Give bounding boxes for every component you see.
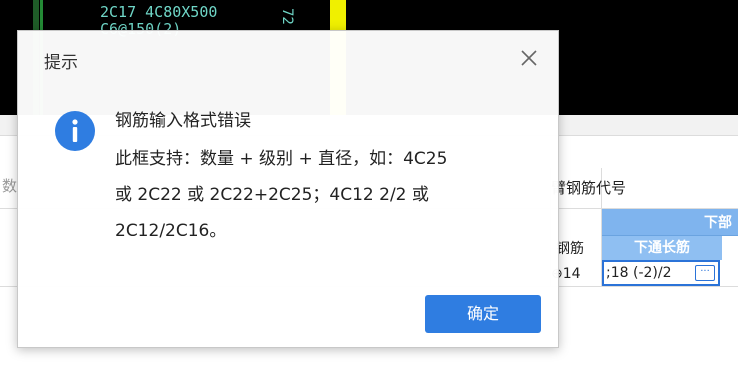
editing-cell-input[interactable]: ;18 (-2)/2 [606,265,672,281]
column-label: 钢筋 [556,241,584,257]
error-message-line: 2C12/2C16。 [115,221,227,241]
dialog-title: 提示 [44,53,78,73]
error-dialog: 提示 钢筋输入格式错误 此框支持：数量 + 级别 + 直径，如：4C25 或 2… [17,30,559,348]
group-header-bottom: 下部 [602,209,738,236]
error-message-body: 此框支持：数量 + 级别 + 直径，如：4C25 或 2C22 或 2C22+2… [115,141,535,249]
error-message-title: 钢筋输入格式错误 [115,111,251,131]
error-message-line: 或 2C22 或 2C22+2C25；4C12 2/2 或 [115,185,429,205]
close-icon[interactable] [518,47,540,69]
column-header-code: 臂钢筋代号 [551,179,627,197]
editing-cell[interactable]: ;18 (-2)/2 ··· [602,260,720,286]
cad-vertical-text: 72 [279,8,295,25]
column-header-bottom-continuous[interactable]: 下通长筋 [602,236,722,260]
ellipsis-icon[interactable]: ··· [695,265,715,281]
info-icon [55,111,95,151]
ok-button[interactable]: 确定 [425,295,541,333]
left-column-label: 数 [2,177,18,195]
group-header-label: 下部 [704,215,732,231]
error-message-line: 此框支持：数量 + 级别 + 直径，如：4C25 [115,149,448,169]
